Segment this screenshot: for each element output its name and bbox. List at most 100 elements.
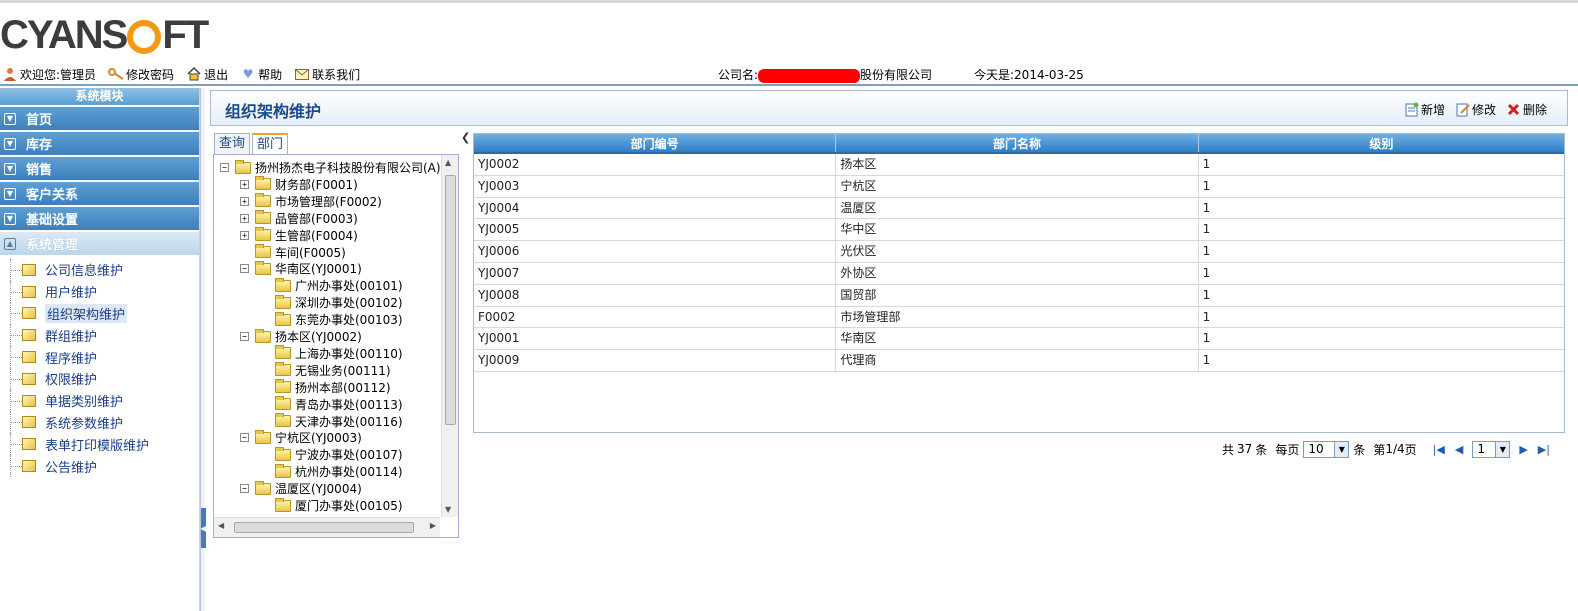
folder-icon [275, 294, 291, 309]
nav-group-crm[interactable]: ▼ 客户关系 [0, 182, 199, 205]
table-row[interactable]: YJ0008 国贸部 1 [474, 284, 1564, 307]
scroll-down-icon[interactable]: ▼ [445, 505, 451, 514]
sidebar-splitter[interactable]: ◀ [200, 88, 207, 611]
table-row[interactable]: F0002 市场管理部 1 [474, 306, 1564, 329]
tree-node[interactable]: 青岛办事处(00113) [260, 396, 403, 413]
sidebar-item-users[interactable]: 用户维护 [0, 280, 199, 303]
folder-icon [275, 463, 291, 478]
column-header-code[interactable]: 部门编号 [474, 134, 837, 152]
horizontal-scrollbar[interactable]: ◀ ▶ [214, 517, 440, 537]
home-icon [186, 66, 202, 82]
scroll-right-icon[interactable]: ▶ [430, 521, 436, 530]
next-page-icon[interactable]: ▶ [1519, 443, 1527, 456]
expand-icon[interactable]: + [240, 179, 249, 189]
tab-query[interactable]: 查询 [214, 133, 251, 155]
hscroll-thumb[interactable] [234, 522, 414, 533]
tree-node[interactable]: − 扬本区(YJ0002) [240, 328, 362, 345]
nav-group-system-admin[interactable]: ▲ 系统管理 [0, 232, 199, 255]
expand-icon[interactable]: + [240, 196, 249, 206]
last-page-icon[interactable]: ▶| [1538, 443, 1550, 456]
first-page-icon[interactable]: |◀ [1433, 443, 1445, 456]
logout-link[interactable]: 退出 [186, 66, 228, 83]
tree-node[interactable]: + 生管部(F0004) [240, 227, 358, 244]
tree-node[interactable]: + 财务部(F0001) [240, 176, 358, 193]
expand-icon[interactable]: + [240, 230, 249, 240]
tree-node[interactable]: 上海办事处(00110) [260, 345, 403, 362]
sidebar-item-programs[interactable]: 程序维护 [0, 346, 199, 368]
collapse-icon[interactable]: − [240, 264, 249, 274]
folder-icon [255, 210, 271, 225]
contact-link[interactable]: 联系我们 [294, 66, 360, 83]
table-cell: 温厦区 [836, 197, 1199, 219]
table-row[interactable]: YJ0002 扬本区 1 [474, 154, 1564, 176]
table-row[interactable]: YJ0001 华南区 1 [474, 328, 1564, 351]
nav-group-basic-settings[interactable]: ▼ 基础设置 [0, 207, 199, 230]
scroll-left-icon[interactable]: ◀ [218, 521, 224, 530]
collapse-icon[interactable]: − [240, 433, 249, 443]
expand-icon[interactable]: + [240, 213, 249, 223]
sidebar-item-org-structure[interactable]: 组织架构维护 [0, 302, 199, 325]
tree-node[interactable]: 深圳办事处(00102) [260, 294, 403, 311]
sidebar-item-announcements[interactable]: 公告维护 [0, 455, 199, 477]
tree-node-label: 市场管理部(F0002) [275, 194, 382, 209]
tree-node[interactable]: − 华南区(YJ0001) [240, 260, 362, 277]
vertical-scrollbar[interactable]: ▲ ▼ [441, 155, 458, 517]
sidebar-item-sys-params[interactable]: 系统参数维护 [0, 411, 199, 434]
table-row[interactable]: YJ0004 温厦区 1 [474, 197, 1564, 220]
collapse-icon[interactable]: − [220, 163, 229, 172]
tree-node[interactable]: − 宁杭区(YJ0003) [240, 429, 362, 446]
tree-node[interactable]: − 扬州扬杰电子科技股份有限公司(A) [220, 159, 440, 176]
page-number-select[interactable]: 1 ▼ [1472, 440, 1511, 458]
scroll-up-icon[interactable]: ▲ [445, 158, 451, 167]
table-row[interactable]: YJ0009 代理商 1 [474, 350, 1564, 372]
sidebar-item-company-info[interactable]: 公司信息维护 [0, 259, 199, 281]
change-password-link[interactable]: 修改密码 [108, 66, 174, 83]
tree-node[interactable]: 扬州本部(00112) [260, 379, 391, 396]
sidebar-item-permissions[interactable]: 权限维护 [0, 367, 199, 390]
prev-page-icon[interactable]: ◀ [1455, 443, 1463, 456]
nav-group-inventory[interactable]: ▼ 库存 [0, 132, 199, 155]
table-cell: 1 [1202, 353, 1211, 368]
tree-node[interactable]: 天津办事处(00116) [260, 413, 403, 430]
tree-node[interactable]: 广州办事处(00101) [260, 277, 403, 294]
collapse-icon[interactable]: − [240, 332, 249, 341]
tree-node-label: 天津办事处(00116) [295, 414, 403, 429]
nav-group-home[interactable]: ▼ 首页 [0, 107, 199, 130]
sidebar-item-print-templates[interactable]: 表单打印模版维护 [0, 433, 199, 455]
collapse-tree-icon[interactable]: ❮ [461, 131, 470, 144]
column-header-level[interactable]: 级别 [1199, 134, 1564, 152]
table-row[interactable]: YJ0006 光伏区 1 [474, 241, 1564, 263]
column-header-name[interactable]: 部门名称 [836, 134, 1199, 152]
table-row[interactable]: YJ0005 华中区 1 [474, 219, 1564, 242]
collapse-icon[interactable]: − [240, 484, 249, 494]
folder-icon [255, 176, 271, 191]
collapse-sidebar-handle[interactable]: ◀ [200, 508, 207, 548]
document-icon [22, 285, 36, 298]
tree-node[interactable]: + 品管部(F0003) [240, 210, 358, 227]
scroll-thumb[interactable] [445, 175, 456, 425]
tab-department[interactable]: 部门 [252, 133, 289, 155]
page-size-select[interactable]: 10 ▼ [1303, 440, 1350, 458]
chevron-down-icon: ▼ [4, 112, 16, 125]
edit-button[interactable]: 修改 [1455, 101, 1496, 118]
tree-node[interactable]: 宁波办事处(00107) [260, 446, 403, 463]
tree-node[interactable]: − 温厦区(YJ0004) [240, 480, 362, 497]
user-icon [2, 66, 18, 82]
delete-button[interactable]: 删除 [1506, 101, 1547, 118]
help-link[interactable]: ♥ 帮助 [240, 66, 282, 83]
table-row[interactable]: YJ0003 宁杭区 1 [474, 175, 1564, 198]
tree-node[interactable]: 厦门办事处(00105) [260, 497, 403, 514]
tree-node[interactable]: + 市场管理部(F0002) [240, 193, 382, 210]
add-button[interactable]: 新增 [1404, 101, 1445, 118]
sidebar-item-groups[interactable]: 群组维护 [0, 324, 199, 346]
chevron-down-icon: ▼ [1334, 441, 1349, 457]
sidebar-item-doc-types[interactable]: 单据类别维护 [0, 389, 199, 412]
nav-title: 系统模块 [0, 88, 199, 105]
table-row[interactable]: YJ0007 外协区 1 [474, 262, 1564, 285]
tree-node[interactable]: 车间(F0005) [240, 244, 346, 261]
tree-node[interactable]: 东莞办事处(00103) [260, 311, 403, 328]
tree-node[interactable]: 无锡业务(00111) [260, 362, 391, 379]
nav-group-sales[interactable]: ▼ 销售 [0, 157, 199, 180]
total-count: 37 [1237, 442, 1253, 456]
tree-node[interactable]: 杭州办事处(00114) [260, 463, 403, 480]
